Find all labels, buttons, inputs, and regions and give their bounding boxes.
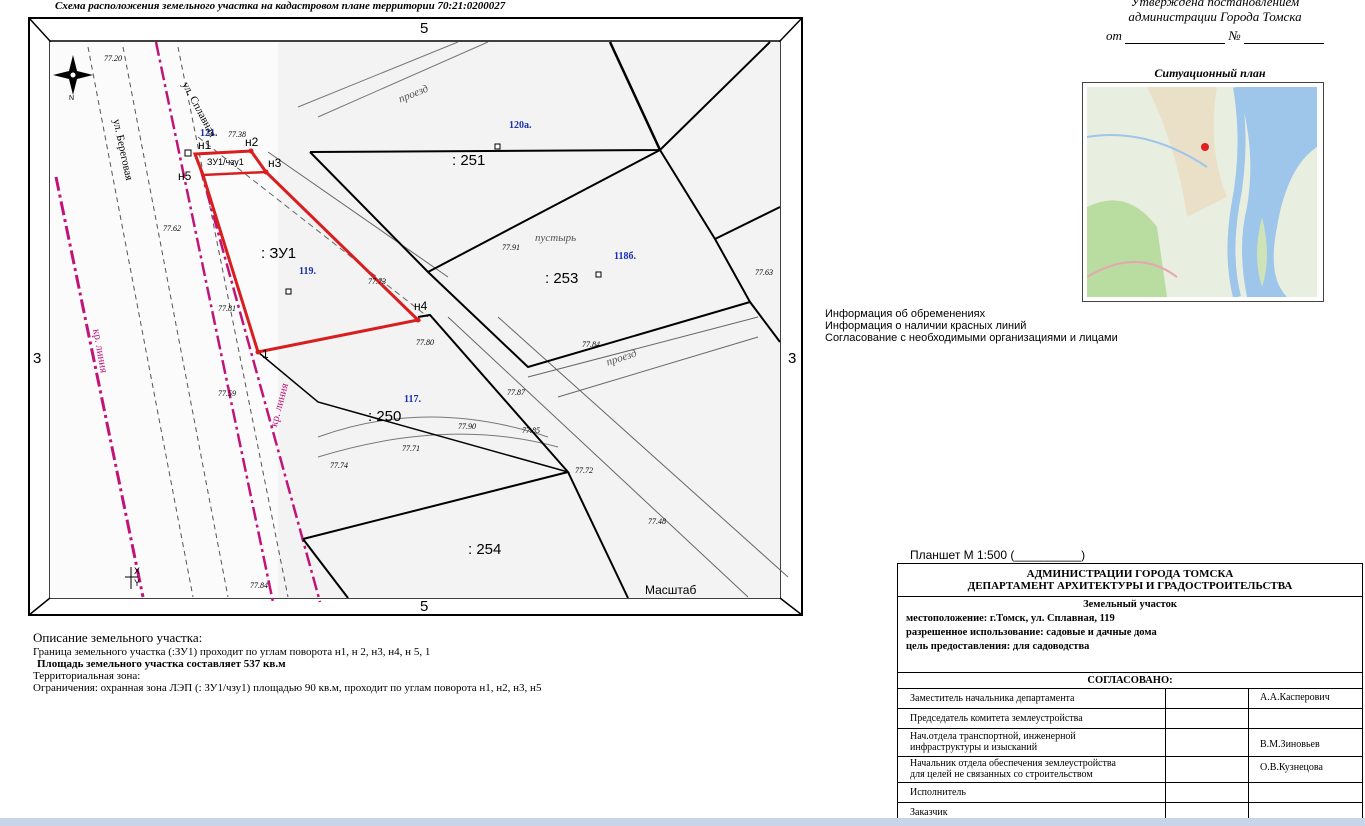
parcel-location: местоположение: г.Томск, ул. Сплавная, 1…	[906, 613, 1115, 624]
parcel-251: : 251	[452, 152, 486, 169]
height-13: 77.74	[330, 461, 348, 470]
approved-line1: Утверждена постановлением	[1130, 0, 1300, 9]
description-restrictions: Ограничения: охранная зона ЛЭП (: ЗУ1/чз…	[33, 682, 542, 694]
point-n1: н1	[198, 138, 212, 152]
approval-name: О.В.Кузнецова	[1260, 762, 1323, 773]
approval-role: Заказчик	[910, 807, 948, 818]
approval-row: Нач.отдела транспортной, инженерной инфр…	[898, 728, 1362, 756]
document-title: Схема расположения земельного участка на…	[55, 0, 506, 12]
frame-label-bottom: 5	[420, 598, 429, 615]
description-heading: Описание земельного участка:	[33, 630, 203, 645]
approval-row: Исполнитель	[898, 782, 1362, 802]
approval-role: Заместитель начальника департамента	[910, 693, 1075, 704]
frame-label-top: 5	[420, 20, 429, 37]
approved-line2: администрации Города Томска	[1128, 9, 1302, 24]
frame-label-right: 3	[788, 350, 797, 367]
approval-role: Председатель комитета землеустройства	[910, 713, 1083, 724]
role-line: для целей не связанных со строительством	[910, 769, 1093, 780]
role-line: Начальник отдела обеспечения землеустрой…	[910, 758, 1116, 769]
axis-x-label: X	[134, 566, 141, 576]
height-17: 77.84	[250, 581, 268, 590]
blue-label-120a: 120а.	[509, 120, 532, 131]
axis-y-label: Y	[134, 578, 141, 588]
label-pustyr: пустырь	[535, 232, 577, 244]
blue-label-118b: 118б.	[614, 251, 636, 262]
approval-role: Исполнитель	[910, 787, 966, 798]
height-3: 77.62	[163, 224, 181, 233]
role-line: инфраструктуры и изысканий	[910, 742, 1038, 753]
height-2: 77.38	[228, 130, 246, 139]
org-line2: ДЕПАРТАМЕНТ АРХИТЕКТУРЫ И ГРАДОСТРОИТЕЛЬ…	[967, 580, 1293, 592]
scale-label: Масштаб	[645, 583, 697, 597]
parcel-heading: Земельный участок	[1083, 599, 1177, 610]
height-4: 77.81	[218, 304, 236, 313]
agreed-row: СОГЛАСОВАНО:	[898, 672, 1362, 688]
agreed-heading: СОГЛАСОВАНО:	[1087, 675, 1173, 686]
description-area: Площадь земельного участка составляет 53…	[37, 658, 286, 670]
height-8: 77.80	[416, 338, 434, 347]
info-red-lines: Информация о наличии красных линий	[825, 320, 1027, 332]
parcel-254: : 254	[468, 541, 502, 558]
point-1: 1	[262, 347, 269, 361]
zone-label: ЗУ1/чзу1	[207, 157, 244, 167]
info-encumbrances: Информация об обременениях	[825, 308, 986, 320]
blue-label-119: 119.	[299, 266, 316, 277]
approval-role-multiline: Начальник отдела обеспечения землеустрой…	[910, 758, 1116, 780]
planshet-label: Планшет М 1:500 (__________)	[910, 548, 1086, 562]
height-15: 77.48	[648, 517, 666, 526]
height-10: 77.87	[507, 388, 525, 397]
approval-name: А.А.Касперович	[1260, 692, 1330, 703]
height-1: 77.20	[104, 54, 122, 63]
role-line: Нач.отдела транспортной, инженерной	[910, 731, 1076, 742]
parcel-info: Земельный участок местоположение: г.Томс…	[898, 596, 1362, 676]
approval-row: Начальник отдела обеспечения землеустрой…	[898, 756, 1362, 782]
table-divider	[1165, 688, 1166, 820]
bottom-strip	[0, 818, 1365, 826]
description-border: Граница земельного участка (:ЗУ1) проход…	[33, 646, 431, 658]
frame-label-left: 3	[33, 350, 42, 367]
height-18: 77.85	[522, 426, 540, 435]
lot-label: : ЗУ1	[261, 245, 297, 262]
height-11: 77.90	[458, 422, 476, 431]
situational-map-image	[1087, 87, 1317, 297]
situational-map	[1082, 82, 1324, 302]
parcel-permitted-use: разрешенное использование: садовые и дач…	[906, 627, 1157, 638]
height-9: 77.84	[582, 340, 600, 349]
approved-from: от	[1106, 28, 1122, 43]
parcel-purpose: цель предоставления: для садоводства	[906, 641, 1090, 652]
height-5: 77.91	[502, 243, 520, 252]
blue-label-117: 117.	[404, 394, 421, 405]
parcel-250: : 250	[368, 408, 402, 425]
point-n3: н3	[268, 156, 282, 170]
approval-role-multiline: Нач.отдела транспортной, инженерной инфр…	[910, 731, 1076, 753]
cadastral-map	[28, 17, 803, 616]
approval-name: В.М.Зиновьев	[1260, 739, 1320, 750]
north-icon: N	[69, 95, 75, 102]
title-block: АДМИНИСТРАЦИИ ГОРОДА ТОМСКА ДЕПАРТАМЕНТ …	[897, 563, 1363, 821]
height-16: 77.59	[218, 389, 236, 398]
point-n4: н4	[414, 299, 428, 313]
description-zone: Территориальная зона:	[33, 670, 141, 682]
approved-no: №	[1228, 28, 1241, 43]
point-n2: н2	[245, 135, 259, 149]
approval-block: Утверждена постановлением администрации …	[1085, 0, 1345, 44]
height-6: 77.63	[755, 268, 773, 277]
height-7: 77.73	[368, 277, 386, 286]
height-14: 77.72	[575, 466, 593, 475]
table-divider	[1248, 688, 1249, 820]
approval-row: Заместитель начальника департамента А.А.…	[898, 688, 1362, 708]
org-line1: АДМИНИСТРАЦИИ ГОРОДА ТОМСКА	[1026, 568, 1234, 580]
org-name: АДМИНИСТРАЦИИ ГОРОДА ТОМСКА ДЕПАРТАМЕНТ …	[898, 568, 1362, 592]
approval-row: Председатель комитета землеустройства	[898, 708, 1362, 728]
point-n5: н5	[178, 169, 192, 183]
info-agreement: Согласование с необходимыми организациям…	[825, 332, 1118, 344]
parcel-253: : 253	[545, 270, 579, 287]
situational-title: Ситуационный план	[1154, 66, 1266, 80]
height-12: 77.71	[402, 444, 420, 453]
